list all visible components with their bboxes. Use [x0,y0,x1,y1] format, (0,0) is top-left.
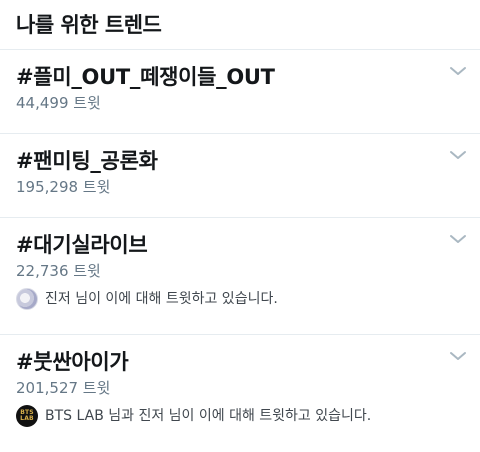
trend-item[interactable]: #붓싼아이가 201,527 트윗 BTS LAB BTS LAB 님과 진저 … [0,335,480,452]
trend-tweet-count: 195,298 트윗 [16,178,111,196]
trend-context: BTS LAB BTS LAB 님과 진저 님이 이에 대해 트윗하고 있습니다… [16,405,464,427]
trend-item[interactable]: #팬미팅_공론화 195,298 트윗 [0,134,480,218]
trend-item[interactable]: #플미_OUT_떼쟁이들_OUT 44,499 트윗 [0,50,480,134]
bts-lab-avatar: BTS LAB [16,405,38,427]
trends-panel: 나를 위한 트렌드 #플미_OUT_떼쟁이들_OUT 44,499 트윗 #팬미… [0,0,480,452]
chevron-down-icon[interactable] [448,232,468,246]
trend-name: #대기실라이브 [16,233,148,257]
trend-name: #붓싼아이가 [16,350,129,374]
chevron-down-icon[interactable] [448,349,468,363]
bts-lab-logo-text-bottom: LAB [20,415,34,422]
trend-context: 진저 님이 이에 대해 트윗하고 있습니다. [16,288,464,310]
trend-context-text: 진저 님이 이에 대해 트윗하고 있습니다. [45,291,278,307]
trend-tweet-count: 201,527 트윗 [16,379,111,397]
trends-header: 나를 위한 트렌드 [0,0,480,50]
anime-avatar [16,288,38,310]
trend-tweet-count: 44,499 트윗 [16,94,101,112]
trend-context-text: BTS LAB 님과 진저 님이 이에 대해 트윗하고 있습니다. [45,408,372,424]
trend-name: #플미_OUT_떼쟁이들_OUT [16,65,275,89]
trend-item[interactable]: #대기실라이브 22,736 트윗 진저 님이 이에 대해 트윗하고 있습니다. [0,218,480,335]
chevron-down-icon[interactable] [448,64,468,78]
trends-title: 나를 위한 트렌드 [16,13,162,37]
chevron-down-icon[interactable] [448,148,468,162]
trend-tweet-count: 22,736 트윗 [16,262,101,280]
trend-name: #팬미팅_공론화 [16,149,158,173]
